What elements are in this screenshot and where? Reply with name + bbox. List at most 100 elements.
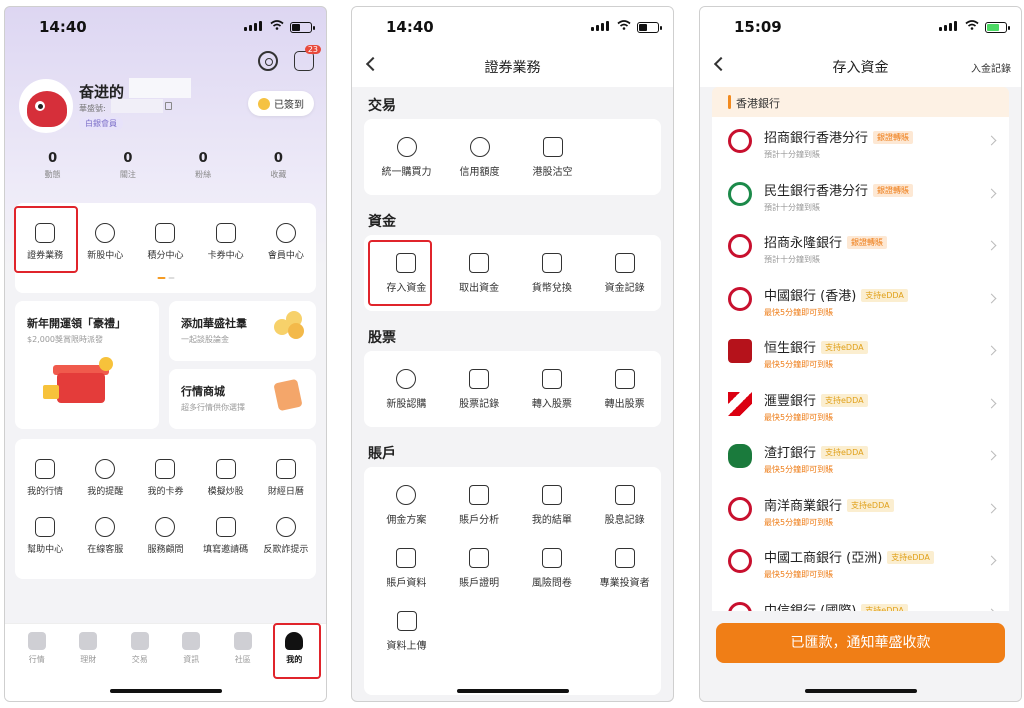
notify-remittance-button[interactable]: 已匯款，通知華盛收款 <box>716 623 1005 663</box>
withdraw-icon <box>469 253 490 273</box>
service-label: 填寫邀請碼 <box>203 545 249 555</box>
help-center-button[interactable]: 幫助中心 <box>17 517 73 555</box>
commission-icon <box>396 485 417 505</box>
securities-business-screen: 14:40 證券業務 交易 統一購買力 信用額度 港股沽空 資金 存入資金 取出… <box>351 6 674 702</box>
copy-icon[interactable] <box>165 102 172 110</box>
profile-doc-icon <box>396 548 417 568</box>
home-indicator <box>456 689 569 693</box>
upload-docs-button[interactable]: 資料上傳 <box>370 611 443 652</box>
checkin-button[interactable]: 已簽到 <box>248 91 314 116</box>
withdraw-funds-button[interactable]: 取出資金 <box>443 253 516 294</box>
my-quotes-button[interactable]: 我的行情 <box>17 459 73 497</box>
status-time: 15:09 <box>734 18 782 36</box>
envelope-icon <box>215 517 236 537</box>
highlight-box <box>368 240 432 306</box>
service-advisor-button[interactable]: 服務顧問 <box>137 517 193 555</box>
stat-favorites[interactable]: 0 收藏 <box>248 151 308 180</box>
battery-icon <box>637 22 662 33</box>
bank-tag: 支持eDDA <box>861 288 908 302</box>
avatar[interactable] <box>19 79 73 133</box>
status-time: 14:40 <box>386 18 434 36</box>
tab-community[interactable]: 社區 <box>221 630 265 665</box>
paper-trading-button[interactable]: 模擬炒股 <box>198 459 254 497</box>
stat-value: 0 <box>48 151 58 166</box>
section-accent <box>728 95 731 109</box>
account-info-button[interactable]: 賬戶資料 <box>370 548 443 589</box>
online-support-button[interactable]: 在線客服 <box>77 517 133 555</box>
chevron-right-icon <box>986 503 997 513</box>
deposit-record-link[interactable]: 入金記錄 <box>971 60 1011 75</box>
bank-tag: 支持eDDA <box>847 498 894 512</box>
invite-code-button[interactable]: 填寫邀請碼 <box>198 517 254 555</box>
chevron-right-icon <box>986 188 997 198</box>
section-title: 賬戶 <box>368 446 396 462</box>
bank-sub: 預計十分鐘到賬 <box>764 255 820 264</box>
bank-row[interactable]: 民生銀行香港分行 銀證轉賬 預計十分鐘到賬 <box>712 170 1009 223</box>
promo-newyear[interactable]: 新年開運領「豪禮」 $2,000獎賞限時派發 <box>15 301 159 429</box>
bank-tag: 銀證轉賬 <box>847 236 888 249</box>
bank-row[interactable]: 滙豐銀行 支持eDDA 最快5分鐘即可到賬 <box>712 380 1009 433</box>
promo-quote-mall[interactable]: 行情商城 超多行情供你選擇 <box>169 369 316 429</box>
signal-icon <box>244 21 262 31</box>
quick-label: 會員中心 <box>267 251 304 261</box>
anti-fraud-button[interactable]: 反欺詐提示 <box>258 517 314 555</box>
trade-tab-icon <box>130 632 149 650</box>
my-statements-button[interactable]: 我的結單 <box>516 485 589 526</box>
section-title: 香港銀行 <box>736 97 780 110</box>
tab-news[interactable]: 資訊 <box>169 630 213 665</box>
icbc-logo-icon <box>728 549 752 573</box>
mail-badge: 23 <box>304 45 321 54</box>
promo-community[interactable]: 添加華盛社羣 一起談股論金 <box>169 301 316 361</box>
upload-icon <box>396 611 417 631</box>
bank-row[interactable]: 南洋商業銀行 支持eDDA 最快5分鐘即可到賬 <box>712 485 1009 538</box>
member-center-button[interactable]: 會員中心 <box>258 223 314 261</box>
points-center-button[interactable]: 積分中心 <box>137 223 193 261</box>
tab-quotes[interactable]: 行情 <box>15 630 59 665</box>
pro-investor-button[interactable]: 專業投資者 <box>588 548 661 589</box>
credit-limit-button[interactable]: 信用額度 <box>443 137 516 178</box>
bank-row[interactable]: 中國工商銀行 (亞洲) 支持eDDA 最快5分鐘即可到賬 <box>712 537 1009 590</box>
tab-trade[interactable]: 交易 <box>118 630 162 665</box>
currency-exchange-button[interactable]: 貨幣兌換 <box>516 253 589 294</box>
my-coupons-button[interactable]: 我的卡券 <box>137 459 193 497</box>
stat-label: 粉絲 <box>195 170 212 179</box>
account-proof-button[interactable]: 賬戶證明 <box>443 548 516 589</box>
service-label: 我的卡券 <box>147 487 184 497</box>
finance-calendar-button[interactable]: 財經日曆 <box>258 459 314 497</box>
settings-gear-icon[interactable] <box>258 51 278 71</box>
bank-tag: 支持eDDA <box>821 446 868 459</box>
short-sell-button[interactable]: 港股沽空 <box>516 137 589 178</box>
drop-icon <box>469 137 490 157</box>
ipo-center-button[interactable]: 新股中心 <box>77 223 133 261</box>
transfer-in-button[interactable]: 轉入股票 <box>516 369 589 410</box>
sc-logo-icon <box>728 444 752 468</box>
promo-sub: $2,000獎賞限時派發 <box>27 335 103 344</box>
item-label: 取出資金 <box>459 283 500 294</box>
dividend-record-button[interactable]: 股息記錄 <box>588 485 661 526</box>
analysis-icon <box>469 485 490 505</box>
funds-record-button[interactable]: 資金記錄 <box>588 253 661 294</box>
stat-posts[interactable]: 0 動態 <box>23 151 83 180</box>
bank-row[interactable]: 渣打銀行 支持eDDA 最快5分鐘即可到賬 <box>712 432 1009 485</box>
stat-following[interactable]: 0 關注 <box>98 151 158 180</box>
my-alerts-button[interactable]: 我的提醒 <box>77 459 133 497</box>
bank-row[interactable]: 恒生銀行 支持eDDA 最快5分鐘即可到賬 <box>712 327 1009 380</box>
bank-row[interactable]: 中國銀行 (香港) 支持eDDA 最快5分鐘即可到賬 <box>712 275 1009 328</box>
chevron-right-icon <box>986 293 997 303</box>
buying-power-button[interactable]: 統一購買力 <box>370 137 443 178</box>
quick-label: 新股中心 <box>87 251 124 261</box>
commission-plan-button[interactable]: 佣金方案 <box>370 485 443 526</box>
bank-row[interactable]: 招商永隆銀行 銀證轉賬 預計十分鐘到賬 <box>712 222 1009 275</box>
transfer-out-button[interactable]: 轉出股票 <box>588 369 661 410</box>
coupon-center-button[interactable]: 卡券中心 <box>198 223 254 261</box>
record-icon <box>614 253 635 273</box>
bank-name: 南洋商業銀行 <box>764 498 843 514</box>
stock-record-button[interactable]: 股票記錄 <box>443 369 516 410</box>
stat-followers[interactable]: 0 粉絲 <box>173 151 233 180</box>
tab-wealth[interactable]: 理財 <box>66 630 110 665</box>
risk-questionnaire-button[interactable]: 風險問卷 <box>516 548 589 589</box>
bank-row[interactable]: 招商銀行香港分行 銀證轉賬 預計十分鐘到賬 <box>712 117 1009 170</box>
account-analysis-button[interactable]: 賬戶分析 <box>443 485 516 526</box>
mail-icon[interactable]: 23 <box>294 45 321 71</box>
ipo-subscribe-button[interactable]: 新股認購 <box>370 369 443 410</box>
